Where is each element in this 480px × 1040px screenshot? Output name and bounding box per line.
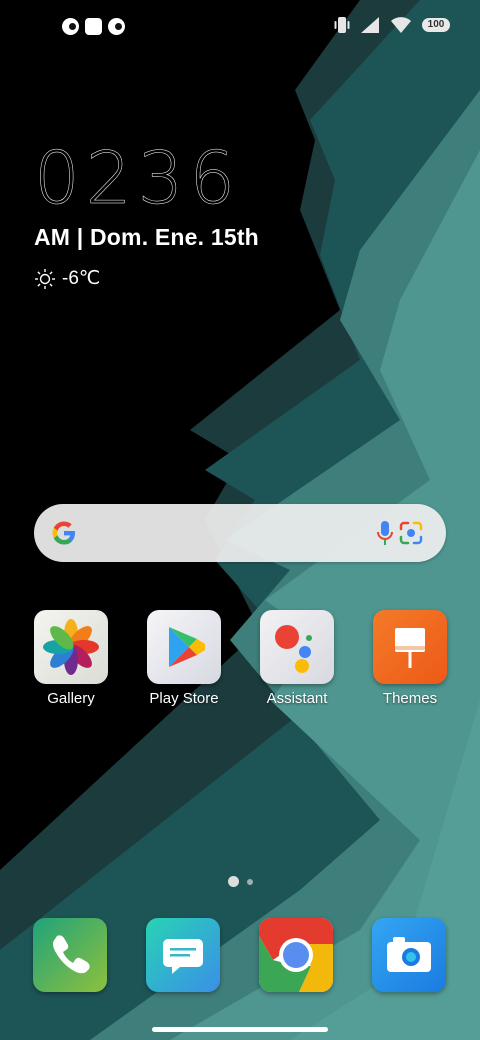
assistant-icon[interactable] — [260, 610, 334, 684]
messages-icon[interactable] — [146, 918, 220, 992]
battery-icon: 100 — [422, 18, 450, 32]
home-gesture-bar[interactable] — [152, 1027, 328, 1032]
app-gallery[interactable]: Gallery — [16, 610, 126, 707]
notification-icons — [62, 18, 125, 35]
google-search-bar[interactable] — [34, 504, 446, 562]
home-page-dot[interactable] — [228, 876, 239, 887]
page-indicator[interactable] — [228, 876, 253, 887]
app-label: Play Store — [149, 690, 219, 707]
app-themes[interactable]: Themes — [355, 610, 465, 707]
notification-icon — [85, 18, 102, 35]
status-bar: 100 — [0, 0, 480, 56]
weather-row: -6℃ — [34, 267, 259, 290]
temperature: -6℃ — [62, 268, 101, 289]
microphone-icon[interactable] — [376, 519, 394, 547]
play-store-icon[interactable] — [147, 610, 221, 684]
clock-time: 0236 — [34, 136, 242, 220]
notification-icon — [108, 18, 125, 35]
system-icons: 100 — [334, 16, 450, 34]
app-label: Assistant — [266, 690, 328, 707]
app-play-store[interactable]: Play Store — [129, 610, 239, 707]
lens-icon[interactable] — [398, 520, 424, 546]
app-assistant[interactable]: Assistant — [242, 610, 352, 707]
camera-icon[interactable] — [372, 918, 446, 992]
chrome-icon[interactable] — [259, 918, 333, 992]
phone-icon[interactable] — [33, 918, 107, 992]
google-g-icon[interactable] — [50, 519, 78, 547]
vibrate-icon — [334, 17, 350, 33]
clock-widget[interactable]: 0236 AM | Dom. Ene. 15th -6℃ — [34, 138, 259, 290]
app-label: Gallery — [47, 690, 95, 707]
app-label: Themes — [382, 690, 438, 707]
notification-icon — [62, 18, 79, 35]
gallery-icon[interactable] — [34, 610, 108, 684]
sun-icon — [35, 268, 55, 289]
clock-date: AM | Dom. Ene. 15th — [34, 224, 259, 250]
themes-icon[interactable] — [373, 610, 447, 684]
wifi-icon — [391, 17, 411, 33]
page-dot[interactable] — [247, 878, 253, 885]
signal-icon — [361, 17, 379, 33]
